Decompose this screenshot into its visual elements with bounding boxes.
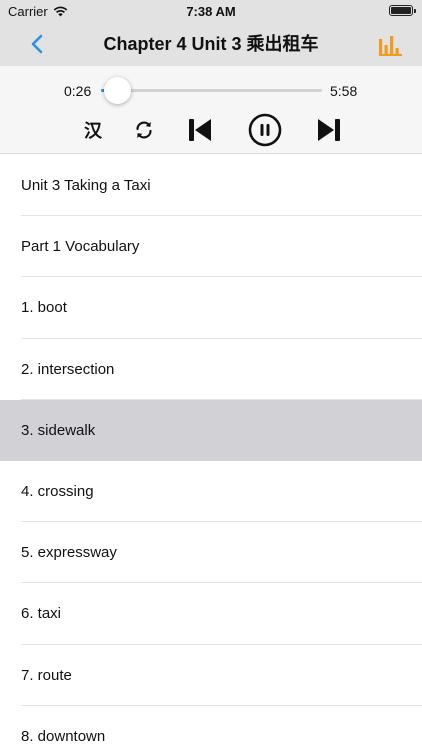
elapsed-time: 0:26 [64, 83, 92, 99]
list-item[interactable]: Unit 3 Taking a Taxi [0, 155, 422, 217]
list-item[interactable]: 2. intersection [0, 339, 422, 400]
next-button[interactable] [314, 114, 344, 146]
battery-icon [389, 5, 416, 16]
repeat-button[interactable] [131, 114, 157, 146]
audio-player: 0:26 5:58 汉 [0, 66, 422, 154]
list-item[interactable]: 6. taxi [0, 583, 422, 645]
list-item[interactable]: 7. route [0, 645, 422, 706]
list-item[interactable]: 1. boot [0, 277, 422, 339]
repeat-icon [136, 121, 152, 139]
lesson-list: Unit 3 Taking a Taxi Part 1 Vocabulary 1. … [0, 155, 422, 750]
pause-icon [248, 113, 282, 147]
equalizer-icon [379, 36, 402, 56]
list-item[interactable]: Part 1 Vocabulary [0, 216, 422, 278]
status-time: 7:38 AM [186, 4, 236, 19]
navigation-bar: Chapter 4 Unit 3 乘出租车 [0, 22, 422, 66]
pause-button[interactable] [248, 113, 282, 147]
status-bar: Carrier 7:38 AM [0, 0, 422, 22]
list-item[interactable]: 4. crossing [0, 461, 422, 523]
back-button[interactable] [26, 32, 50, 56]
skip-previous-icon [189, 119, 211, 141]
equalizer-button[interactable] [378, 33, 404, 57]
chevron-left-icon [31, 34, 43, 54]
page-title: Chapter 4 Unit 3 乘出租车 [103, 34, 319, 54]
previous-button[interactable] [185, 114, 215, 146]
progress-slider[interactable] [101, 77, 322, 104]
language-toggle-button[interactable]: 汉 [80, 114, 106, 146]
list-item[interactable]: 3. sidewalk [0, 399, 422, 461]
list-item[interactable]: 5. expressway [0, 522, 422, 584]
list-item[interactable]: 8. downtown [0, 706, 422, 750]
skip-next-icon [318, 119, 340, 141]
progress-thumb[interactable] [104, 77, 132, 104]
total-time: 5:58 [330, 83, 358, 99]
